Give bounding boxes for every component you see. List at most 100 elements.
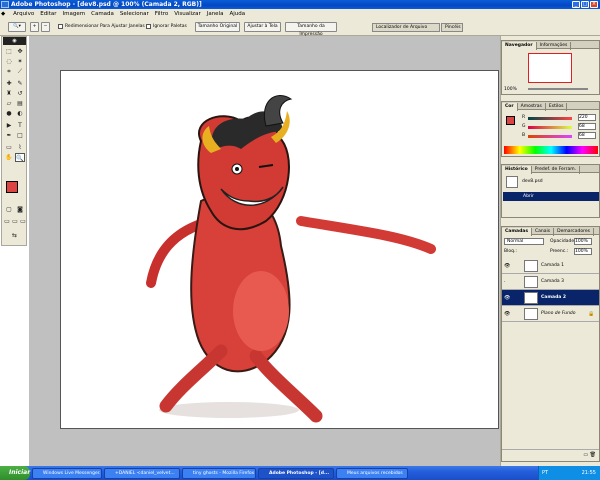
color-spectrum-bar[interactable] xyxy=(504,146,598,154)
lock-label: Bloq.: xyxy=(504,249,517,254)
layers-panel: Camadas Canais Demarcadores Normal Opacida… xyxy=(501,226,600,462)
tab-styles[interactable]: Estilos xyxy=(546,103,568,111)
screen-mode-3-icon[interactable]: ▭ xyxy=(19,217,27,226)
shape-icon[interactable]: □ xyxy=(15,131,25,140)
screen-mode-1-icon[interactable]: ▭ xyxy=(3,217,11,226)
clock[interactable]: 21:55 xyxy=(582,470,596,476)
task-firefox[interactable]: tiny ghosts - Mozilla Firefox xyxy=(182,468,256,479)
new-layer-icon[interactable]: ▭ xyxy=(583,452,588,458)
tab-file-browser[interactable]: Localizador de Arquivo xyxy=(372,23,440,32)
b-value[interactable]: 68 xyxy=(578,132,596,139)
g-slider[interactable] xyxy=(528,126,572,129)
foreground-color-swatch[interactable] xyxy=(6,181,18,193)
eye-icon[interactable]: 👁 xyxy=(504,311,510,317)
blend-mode-select[interactable]: Normal xyxy=(504,238,544,245)
eye-icon[interactable]: 👁 xyxy=(504,263,510,269)
fit-screen-button[interactable]: Ajustar à Tela xyxy=(244,22,281,32)
layer-name: Plano de Fundo xyxy=(541,311,576,316)
minimize-button[interactable]: _ xyxy=(572,1,580,8)
navigator-zoom-slider[interactable] xyxy=(528,88,588,90)
marquee-icon[interactable]: ⬚ xyxy=(4,47,14,56)
history-step-open[interactable]: Abrir xyxy=(503,192,599,201)
eye-icon[interactable]: 👁 xyxy=(504,295,510,301)
slice-icon[interactable]: ⟋ xyxy=(15,67,25,76)
history-panel: Histórico Predef. de Ferram. dev8.psd Abr… xyxy=(501,164,600,218)
b-slider[interactable] xyxy=(528,135,572,138)
tab-tool-presets[interactable]: Predef. de Ferram. xyxy=(532,166,581,174)
tab-brushes[interactable]: Pincéis xyxy=(441,23,463,32)
b-label: B xyxy=(522,133,526,138)
tab-color[interactable]: Cor xyxy=(502,103,518,111)
document-canvas[interactable] xyxy=(60,70,499,429)
brush-icon[interactable]: ✎ xyxy=(15,79,25,88)
tab-info[interactable]: Informações xyxy=(537,42,572,50)
layer-row-selected[interactable]: 👁 Camada 2 xyxy=(502,290,599,306)
task-messenger[interactable]: Windows Live Messenger... xyxy=(32,468,102,479)
tab-swatches[interactable]: Amostras xyxy=(518,103,546,111)
language-indicator[interactable]: PT xyxy=(542,466,548,480)
dodge-icon[interactable]: ◐ xyxy=(15,109,25,118)
history-snapshot-label[interactable]: dev8.psd xyxy=(522,179,543,184)
layer-row[interactable]: 👁 Camada 1 xyxy=(502,258,599,274)
tab-history[interactable]: Histórico xyxy=(502,166,532,174)
layers-footer: ▭ 🗑 xyxy=(502,449,599,459)
maximize-button[interactable]: □ xyxy=(581,1,589,8)
gradient-icon[interactable]: ▤ xyxy=(15,99,25,108)
screen-mode-2-icon[interactable]: ▭ xyxy=(11,217,19,226)
photoshop-app-icon[interactable] xyxy=(1,1,9,8)
history-snapshot-thumb[interactable] xyxy=(506,176,518,188)
jump-to-imageready-icon[interactable]: ⇆ xyxy=(4,231,25,240)
task-received-files[interactable]: Meus arquivos recebidos xyxy=(336,468,408,479)
navigator-panel: Navegador Informações 100% xyxy=(501,40,600,95)
zoom-tool-icon[interactable]: 🔍 xyxy=(15,153,25,162)
resize-windows-checkbox[interactable] xyxy=(58,24,63,29)
zoom-out-icon[interactable]: − xyxy=(41,22,50,32)
pen-icon[interactable]: ✒ xyxy=(4,131,14,140)
navigator-preview[interactable] xyxy=(528,53,572,83)
layer-thumbnail xyxy=(524,292,538,304)
task-photoshop[interactable]: Adobe Photoshop - [d... xyxy=(258,468,334,479)
quick-mask-icon[interactable]: ◙ xyxy=(15,205,25,214)
layer-row[interactable]: 👁 Plano de Fundo 🔒 xyxy=(502,306,599,322)
notes-icon[interactable]: ▭ xyxy=(4,143,14,152)
healing-brush-icon[interactable]: ✚ xyxy=(4,79,14,88)
system-tray: PT 21:55 xyxy=(538,466,600,480)
r-value[interactable]: 220 xyxy=(578,114,596,121)
actual-size-button[interactable]: Tamanho Original xyxy=(195,22,240,32)
ignore-palettes-checkbox[interactable] xyxy=(146,24,151,29)
blur-icon[interactable]: ● xyxy=(4,109,14,118)
type-icon[interactable]: T xyxy=(15,121,25,130)
magic-wand-icon[interactable]: ✶ xyxy=(15,57,25,66)
history-brush-icon[interactable]: ↺ xyxy=(15,89,25,98)
standard-mode-icon[interactable]: ▢ xyxy=(4,205,14,214)
move-icon[interactable]: ✥ xyxy=(15,47,25,56)
task-daniel-chat[interactable]: +DANIEL <daniel_velvet... xyxy=(104,468,180,479)
trash-icon[interactable]: 🗑 xyxy=(590,452,596,458)
tab-layers[interactable]: Camadas xyxy=(502,228,533,236)
fill-input[interactable]: 100% xyxy=(574,248,592,255)
color-foreground-swatch[interactable] xyxy=(506,116,515,125)
eyedropper-icon[interactable]: ⌇ xyxy=(15,143,25,152)
r-slider[interactable] xyxy=(528,117,572,120)
eraser-icon[interactable]: ▱ xyxy=(4,99,14,108)
clone-stamp-icon[interactable]: ♜ xyxy=(4,89,14,98)
crop-icon[interactable]: ⌗ xyxy=(4,67,14,76)
eye-icon[interactable]: · xyxy=(504,279,506,285)
opacity-input[interactable]: 100% xyxy=(574,238,592,245)
print-size-button[interactable]: Tamanho da Impressão xyxy=(285,22,337,37)
tab-paths[interactable]: Demarcadores xyxy=(554,228,594,236)
close-button[interactable]: × xyxy=(590,1,598,8)
layer-row[interactable]: · Camada 3 xyxy=(502,274,599,290)
tab-channels[interactable]: Canais xyxy=(532,228,555,236)
adobe-online-icon[interactable]: ◉ xyxy=(3,37,26,45)
hand-icon[interactable]: ✋ xyxy=(4,153,14,162)
navigator-zoom[interactable]: 100% xyxy=(504,87,517,92)
tool-preset-picker[interactable]: 🔍▾ xyxy=(8,22,26,32)
lasso-icon[interactable]: ◌ xyxy=(4,57,14,66)
color-panel: Cor Amostras Estilos R 220 G 68 B 68 xyxy=(501,101,600,157)
path-select-icon[interactable]: ▶ xyxy=(4,121,14,130)
tab-navigator[interactable]: Navegador xyxy=(502,42,537,50)
zoom-in-icon[interactable]: + xyxy=(30,22,39,32)
start-button[interactable]: Iniciar xyxy=(0,466,30,480)
g-value[interactable]: 68 xyxy=(578,123,596,130)
